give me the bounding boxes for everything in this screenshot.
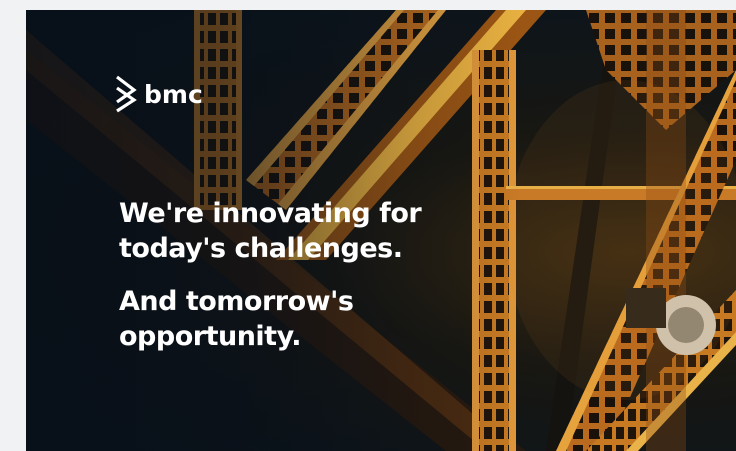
bmc-logo-icon	[112, 74, 140, 114]
page: bmc We're innovating for today's challen…	[0, 0, 736, 451]
bmc-logo[interactable]: bmc	[112, 74, 203, 114]
banner-headline: We're innovating for today's challenges.	[119, 198, 422, 264]
logo-wordmark: bmc	[144, 79, 203, 109]
banner-subline: And tomorrow's opportunity.	[119, 286, 354, 352]
hero-banner[interactable]: bmc We're innovating for today's challen…	[26, 10, 736, 451]
